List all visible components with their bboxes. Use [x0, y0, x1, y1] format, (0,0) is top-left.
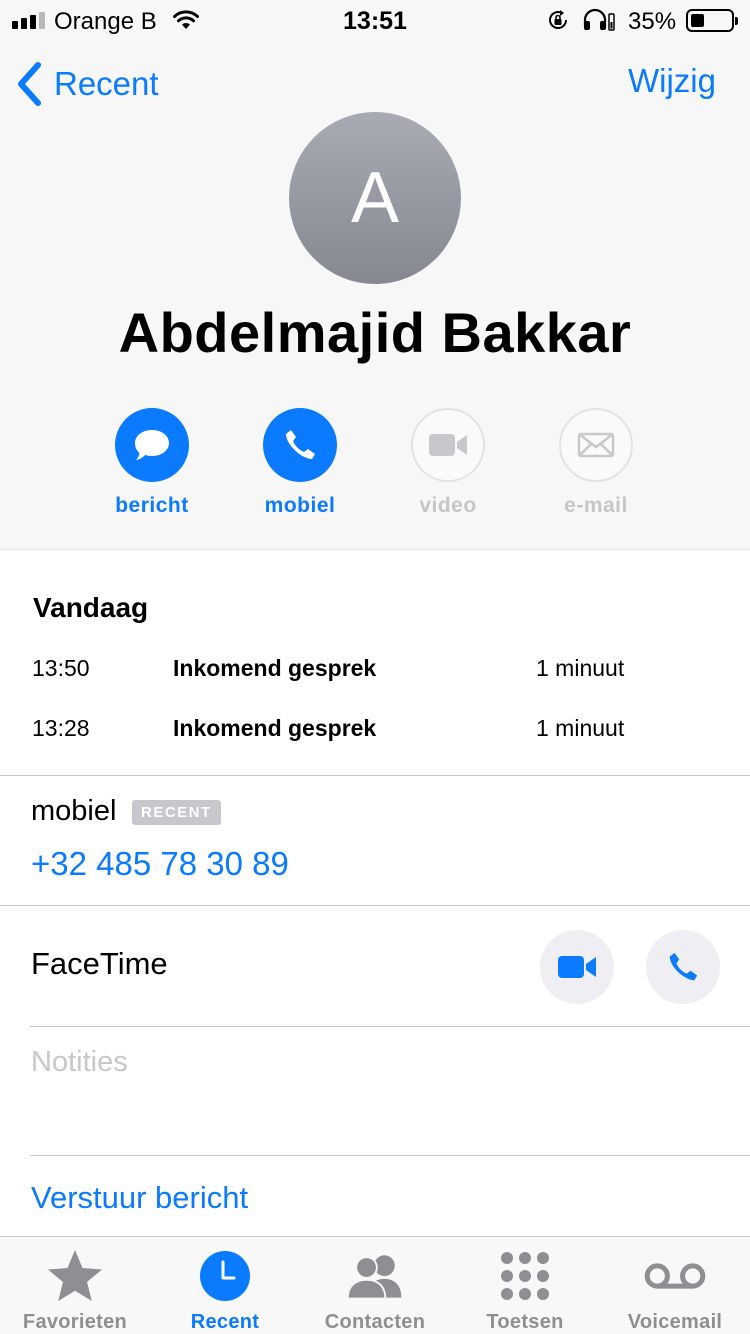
- video-icon: [429, 434, 467, 456]
- call-history-row: 13:50 Inkomend gesprek 1 minuut: [0, 655, 750, 695]
- edit-button[interactable]: Wijzig: [628, 62, 716, 100]
- star-icon: [48, 1250, 102, 1301]
- email-action-circle[interactable]: [559, 408, 633, 482]
- divider: [0, 905, 750, 906]
- email-action-button[interactable]: e-mail: [536, 408, 656, 518]
- divider: [30, 1026, 750, 1027]
- call-time: 13:28: [32, 715, 90, 741]
- tab-contacts[interactable]: Contacten: [300, 1237, 450, 1334]
- back-button-label: Recent: [54, 65, 159, 102]
- contact-name: Abdelmajid Bakkar: [118, 301, 632, 364]
- call-history-row: 13:28 Inkomend gesprek 1 minuut: [0, 715, 750, 755]
- tab-keypad[interactable]: Toetsen: [450, 1237, 600, 1334]
- call-action-circle[interactable]: [263, 408, 337, 482]
- divider: [30, 1155, 750, 1156]
- call-type: Inkomend gesprek: [173, 655, 377, 681]
- video-icon: [558, 956, 596, 978]
- tab-label: Voicemail: [627, 1311, 723, 1333]
- message-action-button[interactable]: bericht: [92, 408, 212, 518]
- divider: [0, 775, 750, 776]
- calls-section-title: Vandaag: [33, 592, 149, 623]
- video-action-label: video: [419, 494, 477, 517]
- mail-icon: [577, 432, 615, 458]
- tab-label: Toetsen: [486, 1311, 564, 1333]
- facetime-video-button[interactable]: [540, 930, 614, 1004]
- battery-icon: [686, 9, 738, 32]
- phone-icon: [669, 952, 698, 981]
- keypad-icon: [501, 1252, 549, 1300]
- tab-label: Favorieten: [22, 1311, 128, 1333]
- tab-voicemail[interactable]: Voicemail: [600, 1237, 750, 1334]
- call-action-label: mobiel: [264, 494, 336, 517]
- avatar: A: [289, 112, 461, 284]
- tab-bar: Favorieten Recent Contacten Toetsen Voic…: [0, 1236, 750, 1334]
- call-action-button[interactable]: mobiel: [240, 408, 360, 518]
- call-duration: 1 minuut: [536, 655, 625, 681]
- tab-label: Recent: [190, 1311, 260, 1333]
- contacts-icon: [346, 1255, 402, 1300]
- video-action-circle[interactable]: [411, 408, 485, 482]
- phone-icon: [286, 430, 315, 459]
- clock-icon: [200, 1251, 250, 1301]
- phone-label: mobiel: [31, 795, 117, 827]
- video-action-button[interactable]: video: [388, 408, 508, 518]
- recent-badge: RECENT: [132, 800, 221, 825]
- phone-number-link[interactable]: +32 485 78 30 89: [31, 845, 289, 883]
- avatar-initial: A: [350, 158, 400, 238]
- email-action-label: e-mail: [564, 494, 628, 517]
- call-duration: 1 minuut: [536, 715, 625, 741]
- message-action-circle[interactable]: [115, 408, 189, 482]
- facetime-label: FaceTime: [31, 946, 168, 981]
- chevron-left-icon: [18, 62, 41, 106]
- tab-label: Contacten: [324, 1311, 426, 1333]
- call-time: 13:50: [32, 655, 90, 681]
- facetime-audio-button[interactable]: [646, 930, 720, 1004]
- battery-percentage: 35%: [628, 8, 677, 35]
- tab-favorites[interactable]: Favorieten: [0, 1237, 150, 1334]
- message-icon: [135, 430, 169, 460]
- rotation-lock-icon: [549, 10, 567, 29]
- notes-field[interactable]: Notities: [31, 1046, 128, 1079]
- voicemail-icon: [644, 1263, 706, 1289]
- status-bar: Orange B 13:51 35%: [0, 0, 750, 40]
- tab-recent[interactable]: Recent: [150, 1237, 300, 1334]
- message-action-label: bericht: [115, 494, 189, 517]
- call-type: Inkomend gesprek: [173, 715, 377, 741]
- headphones-icon: [583, 8, 615, 31]
- send-message-button[interactable]: Verstuur bericht: [31, 1180, 248, 1216]
- back-button[interactable]: Recent: [16, 60, 159, 108]
